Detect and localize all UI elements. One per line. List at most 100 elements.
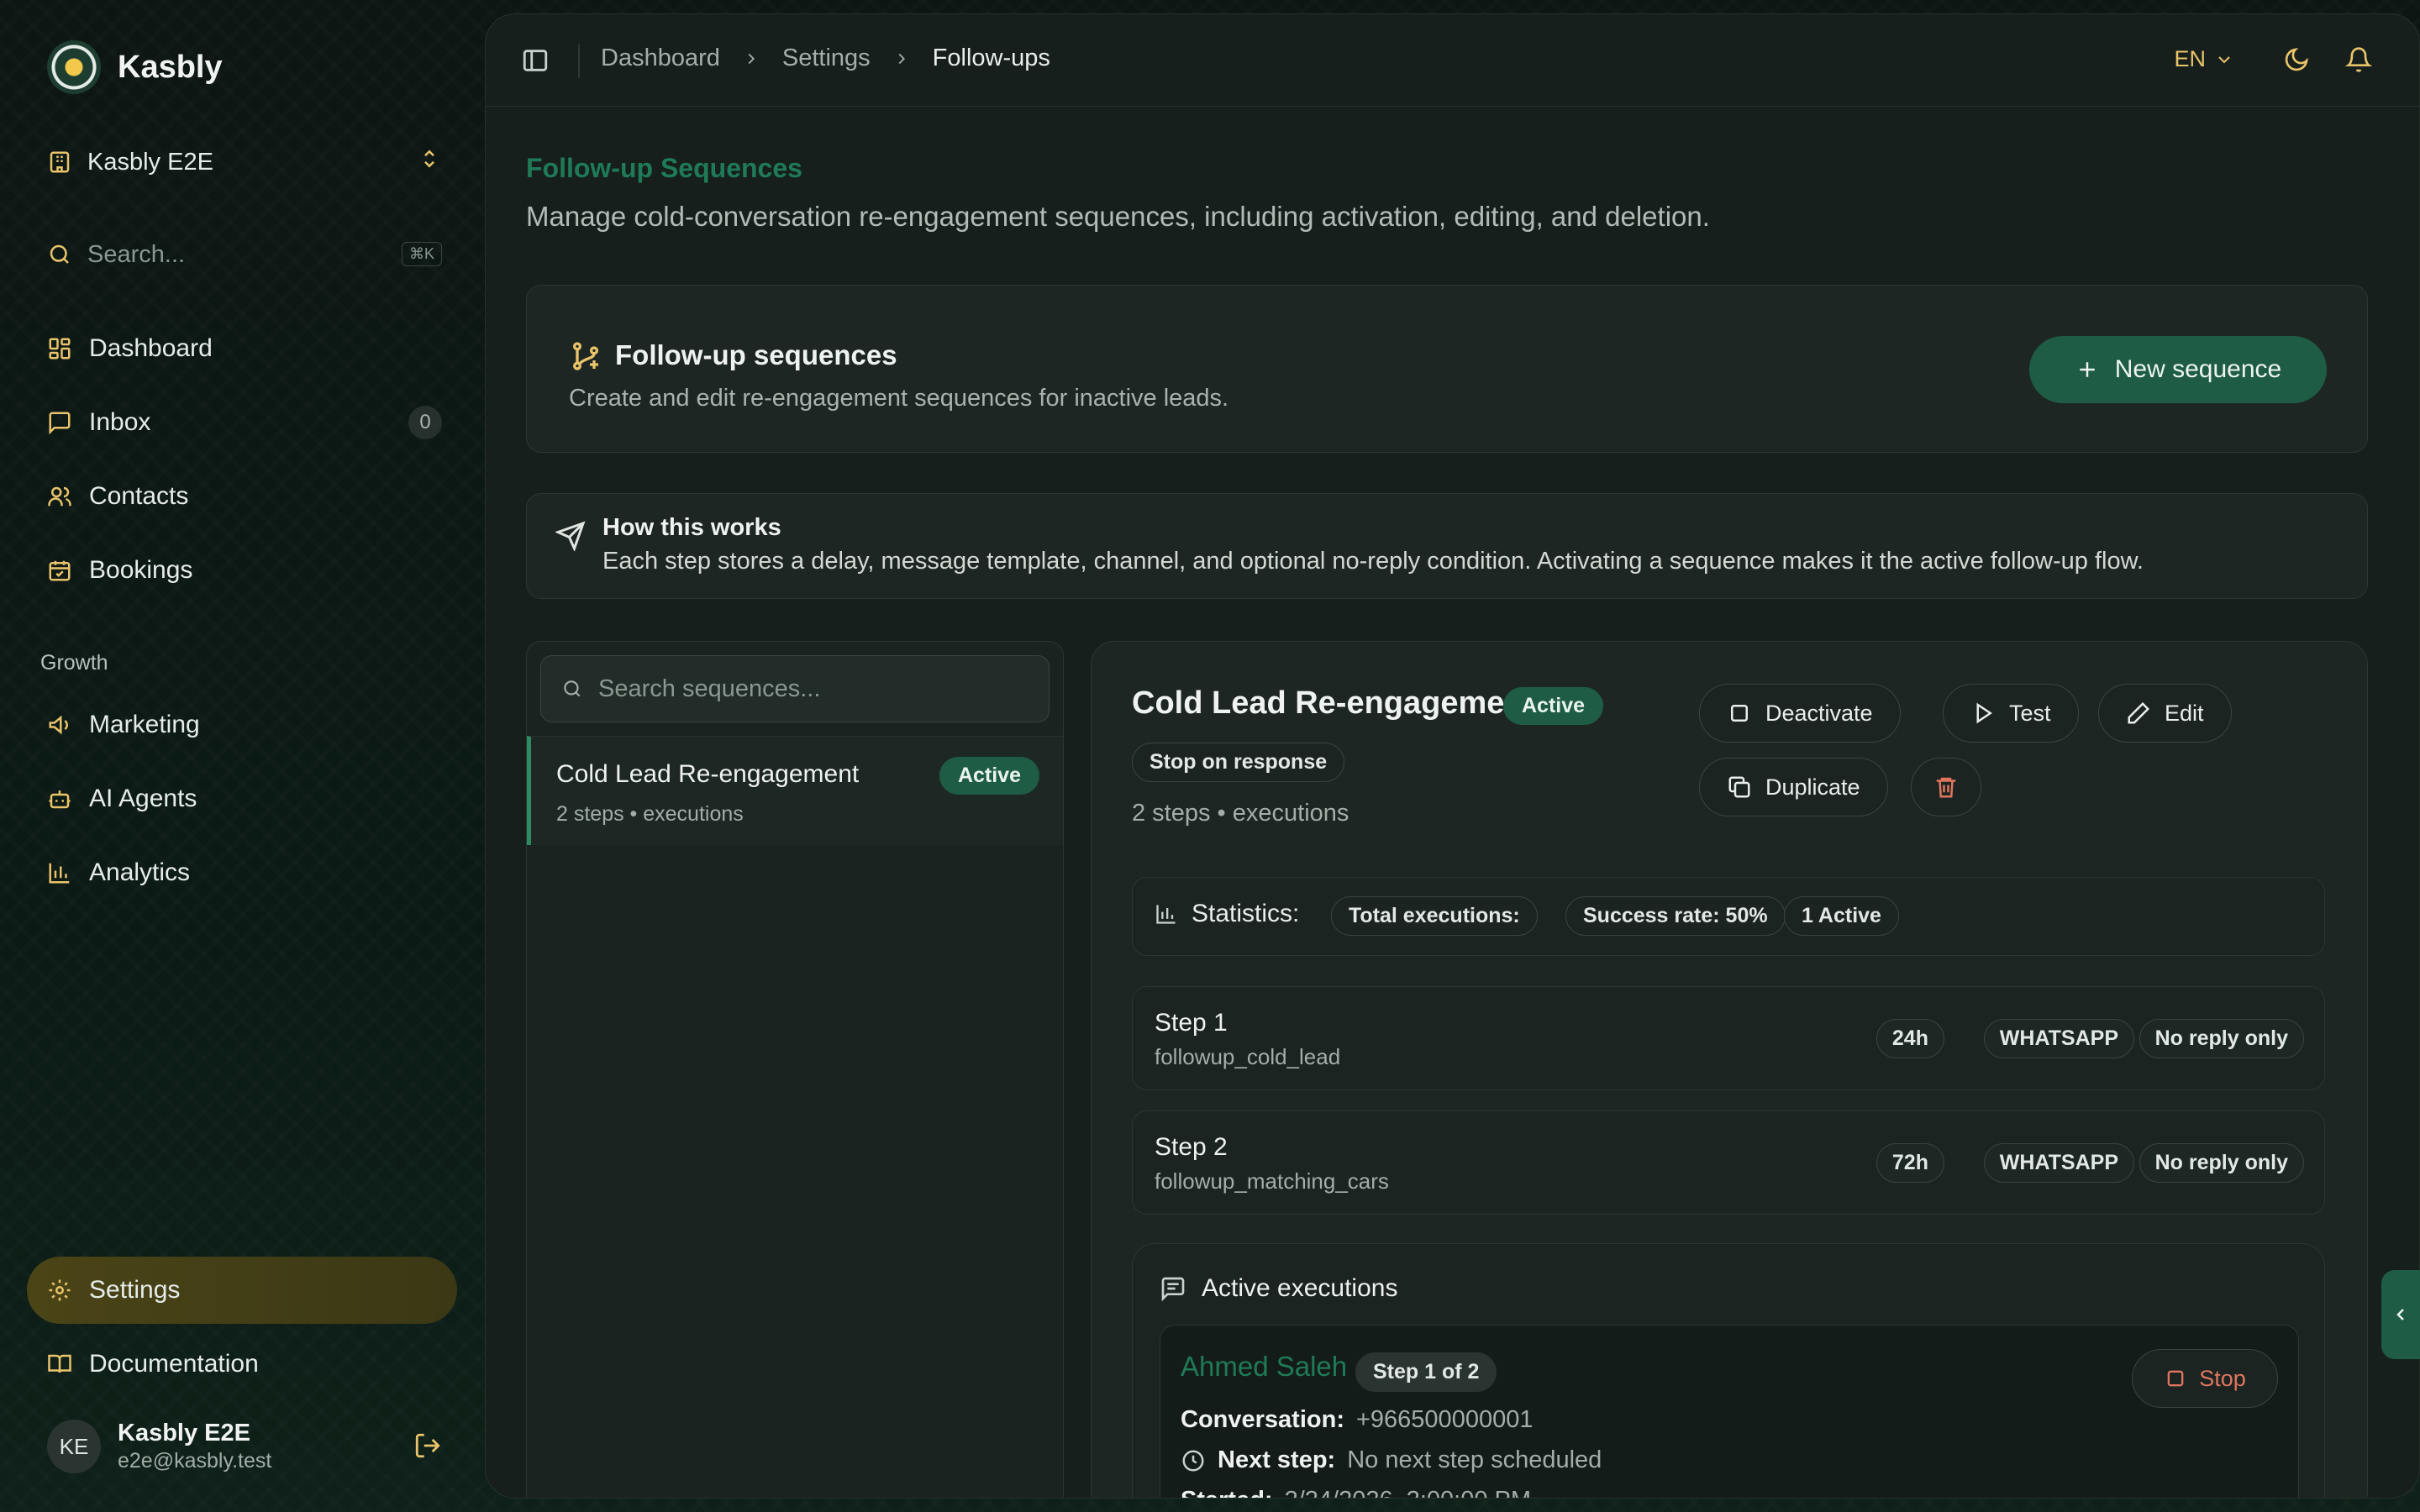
sequence-title: Cold Lead Re-engagement (1132, 685, 1535, 721)
active-executions-header: Active executions (1160, 1274, 1397, 1303)
square-icon (2164, 1367, 2187, 1390)
sidebar-item-label: AI Agents (89, 785, 197, 812)
sidebar-item-inbox[interactable]: Inbox 0 (47, 402, 442, 444)
status-badge: Active (1503, 687, 1604, 725)
message-square-icon (1160, 1275, 1186, 1302)
plus-icon (2075, 357, 2100, 382)
edit-label: Edit (2165, 700, 2204, 726)
inbox-icon (47, 410, 72, 435)
execution-card: Ahmed Saleh Step 1 of 2 Conversation: +9… (1160, 1325, 2299, 1498)
step-row[interactable]: Step 1 followup_cold_lead 24h WHATSAPP N… (1132, 986, 2325, 1090)
workspace-name: Kasbly E2E (87, 148, 213, 176)
breadcrumb: Dashboard Settings Follow-ups (601, 45, 1050, 72)
book-icon (47, 1352, 72, 1377)
sidebar-item-analytics[interactable]: Analytics (47, 852, 442, 894)
copy-icon (1727, 774, 1752, 800)
sidebar-item-documentation[interactable]: Documentation (47, 1343, 442, 1385)
topbar: Dashboard Settings Follow-ups EN (486, 14, 2419, 107)
square-icon (1727, 701, 1752, 726)
sidebar-item-label: Analytics (89, 858, 191, 886)
step-progress-badge: Step 1 of 2 (1355, 1352, 1497, 1392)
bell-icon[interactable] (2345, 46, 2372, 73)
sidebar-toggle-icon[interactable] (521, 46, 550, 75)
sidebar-item-label: Inbox (89, 408, 151, 436)
sidebar-item-label: Dashboard (89, 334, 213, 362)
divider (578, 45, 580, 78)
execution-contact-name[interactable]: Ahmed Saleh (1181, 1351, 1347, 1383)
sidebar-item-label: Documentation (89, 1350, 259, 1378)
duplicate-button[interactable]: Duplicate (1699, 758, 1888, 816)
status-badge: Active (939, 757, 1039, 795)
test-button[interactable]: Test (1943, 684, 2079, 743)
sidebar-item-settings[interactable]: Settings (47, 1269, 442, 1311)
sequence-search-placeholder: Search sequences... (598, 675, 821, 702)
side-panel-toggle[interactable] (2381, 1270, 2420, 1359)
breadcrumb-follow-ups: Follow-ups (932, 45, 1050, 71)
language-label: EN (2174, 46, 2206, 71)
sidebar-item-label: Bookings (89, 556, 193, 584)
card-title: Follow-up sequences (615, 339, 897, 370)
stop-label: Stop (2199, 1365, 2246, 1391)
execution-started: Started: 2/24/2026, 3:00:00 PM (1181, 1487, 1531, 1498)
started-value: 2/24/2026, 3:00:00 PM (1285, 1487, 1531, 1498)
sidebar-item-bookings[interactable]: Bookings (47, 549, 442, 591)
test-label: Test (2009, 700, 2051, 726)
git-branch-icon (569, 339, 602, 373)
edit-button[interactable]: Edit (2098, 684, 2232, 743)
condition-tag: No reply only (2139, 1143, 2304, 1183)
statistics-bar: Statistics: Total executions: Success ra… (1132, 877, 2325, 956)
contacts-icon (47, 484, 72, 509)
success-rate-pill: Success rate: 50% (1565, 896, 1786, 936)
sidebar-search[interactable]: Search... ⌘K (47, 235, 442, 274)
brand-name: Kasbly (118, 49, 223, 85)
dashboard-icon (47, 336, 72, 361)
workspace-switcher[interactable]: Kasbly E2E (47, 141, 442, 183)
active-executions-section: Active executions Ahmed Saleh Step 1 of … (1132, 1243, 2325, 1498)
step-row[interactable]: Step 2 followup_matching_cars 72h WHATSA… (1132, 1110, 2325, 1215)
new-sequence-button[interactable]: New sequence (2029, 336, 2327, 403)
sidebar: Kasbly Kasbly E2E Search... ⌘K Dashboard… (0, 0, 483, 1512)
clock-icon (1181, 1448, 1206, 1473)
active-executions-title: Active executions (1202, 1274, 1398, 1302)
statistics-label: Statistics: (1155, 900, 1299, 928)
how-it-works-card: How this works Each step stores a delay,… (526, 493, 2368, 599)
statistics-text: Statistics: (1192, 900, 1300, 927)
sequence-list-item[interactable]: Cold Lead Re-engagement 2 steps • execut… (527, 736, 1063, 845)
chart-icon (47, 860, 72, 885)
breadcrumb-dashboard[interactable]: Dashboard (601, 45, 720, 72)
conversation-label: Conversation: (1181, 1406, 1344, 1433)
chevron-down-icon (2214, 50, 2234, 70)
calendar-icon (47, 558, 72, 583)
sidebar-item-label: Marketing (89, 711, 200, 738)
logout-icon[interactable] (413, 1431, 442, 1460)
deactivate-button[interactable]: Deactivate (1699, 684, 1901, 743)
sidebar-item-dashboard[interactable]: Dashboard (47, 328, 442, 370)
moon-icon[interactable] (2283, 46, 2310, 73)
conversation-value: +966500000001 (1355, 1406, 1534, 1433)
user-profile[interactable]: KE Kasbly E2E e2e@kasbly.test (47, 1416, 442, 1477)
chevron-right-icon (742, 50, 760, 68)
how-title: How this works (602, 514, 781, 541)
language-selector[interactable]: EN (2174, 46, 2234, 72)
condition-tag: No reply only (2139, 1019, 2304, 1058)
stop-execution-button[interactable]: Stop (2132, 1349, 2278, 1408)
sidebar-item-marketing[interactable]: Marketing (47, 704, 442, 746)
sequence-search-input[interactable]: Search sequences... (540, 655, 1050, 722)
total-executions-pill: Total executions: (1331, 896, 1538, 936)
breadcrumb-settings[interactable]: Settings (782, 45, 871, 72)
execution-conversation: Conversation: +966500000001 (1181, 1406, 1533, 1434)
sidebar-item-ai-agents[interactable]: AI Agents (47, 778, 442, 820)
sidebar-item-label: Settings (89, 1276, 181, 1304)
delete-button[interactable] (1911, 758, 1981, 816)
sidebar-search-placeholder: Search... (87, 240, 186, 268)
card-description: Create and edit re-engagement sequences … (569, 385, 1229, 412)
brand[interactable]: Kasbly (47, 40, 223, 94)
step-title: Step 1 (1155, 1009, 1228, 1037)
page-title: Follow-up Sequences (526, 153, 802, 183)
play-icon (1970, 701, 1996, 726)
megaphone-icon (47, 712, 72, 738)
step-template: followup_matching_cars (1155, 1168, 1389, 1194)
sidebar-item-contacts[interactable]: Contacts (47, 475, 442, 517)
step-title: Step 2 (1155, 1133, 1228, 1161)
main-panel: Dashboard Settings Follow-ups EN Follow-… (485, 13, 2420, 1499)
